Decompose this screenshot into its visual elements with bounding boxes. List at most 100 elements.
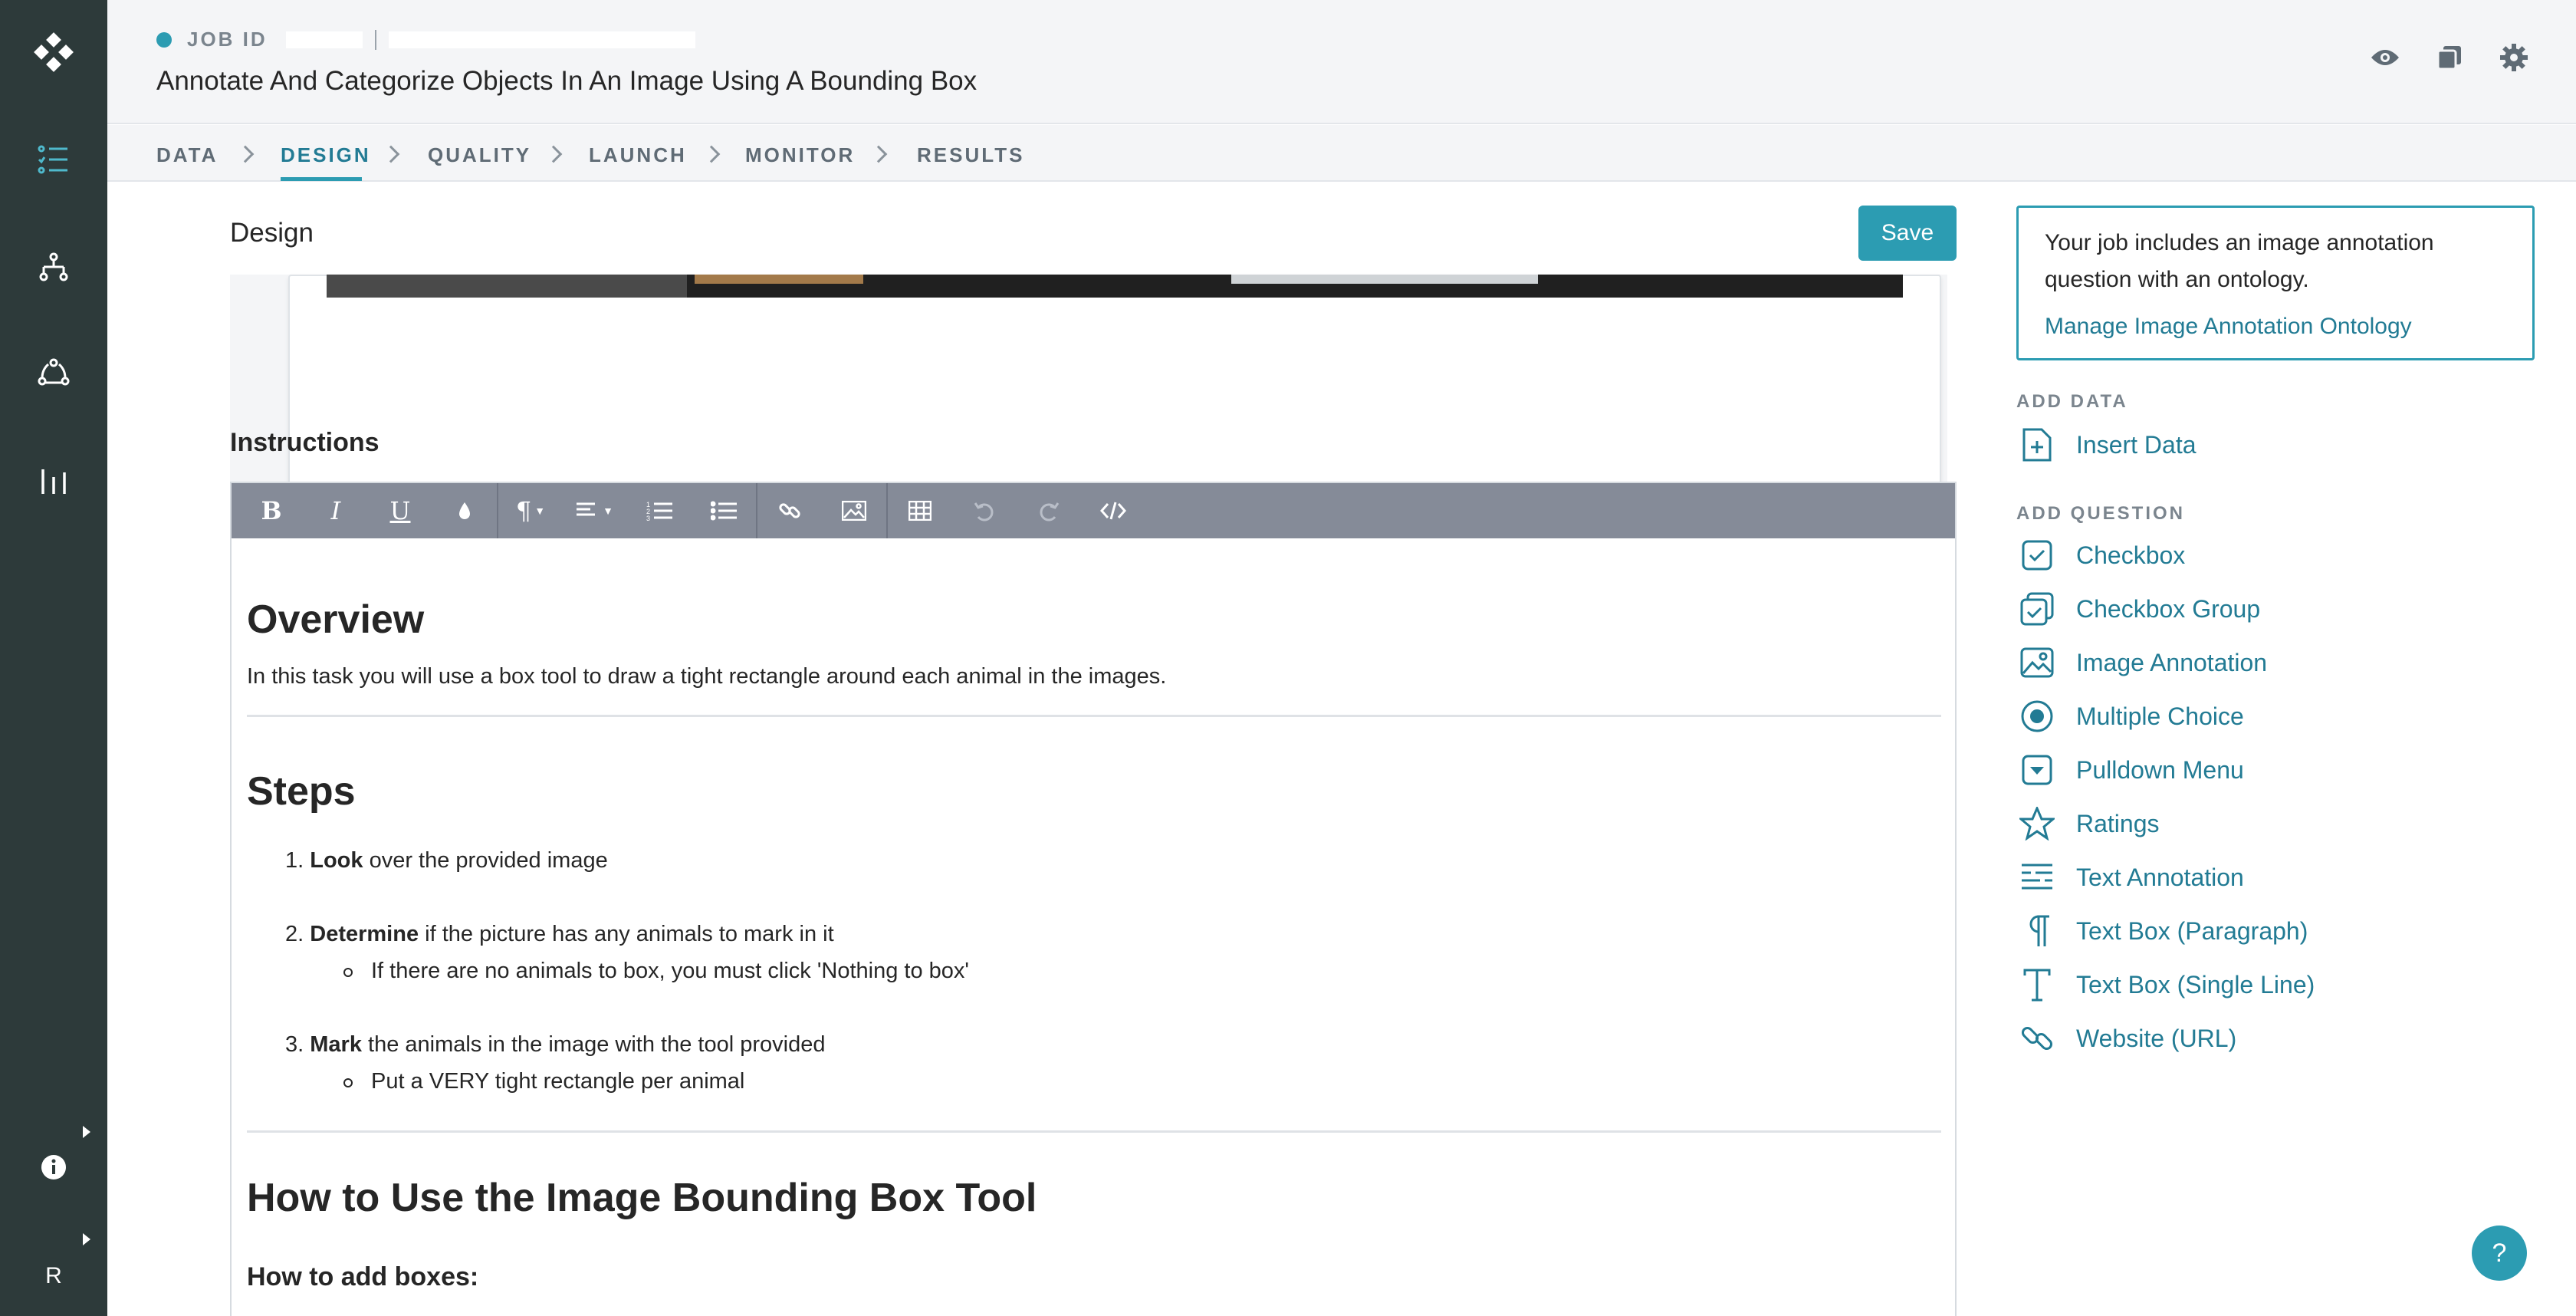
preview-card	[288, 275, 1941, 514]
tool-heading: How to Use the Image Bounding Box Tool	[247, 1176, 1037, 1220]
chevron-right-icon	[236, 145, 255, 163]
paragraph-icon[interactable]: ¶ ▼	[498, 483, 563, 538]
table-icon[interactable]	[888, 483, 952, 538]
insert-data-label: Insert Data	[2076, 430, 2196, 459]
question-text-box-single-line[interactable]: Text Box (Single Line)	[2016, 963, 2315, 1006]
bullet-icon	[343, 968, 353, 977]
analytics-icon[interactable]	[0, 451, 107, 512]
job-id-label: JOB ID	[187, 28, 268, 51]
link-icon	[2016, 1018, 2058, 1059]
list-subitem: If there are no animals to box, you must…	[371, 959, 969, 983]
add-question-label: ADD QUESTION	[2016, 503, 2186, 524]
add-boxes-heading: How to add boxes:	[247, 1262, 479, 1291]
undo-icon[interactable]	[952, 483, 1017, 538]
job-meta-redacted	[388, 31, 695, 48]
link-icon[interactable]	[757, 483, 822, 538]
job-id-value-redacted	[285, 31, 363, 48]
overview-text: In this task you will use a box tool to …	[247, 664, 1167, 689]
steps-heading: Steps	[247, 769, 356, 814]
jobs-list-icon[interactable]	[0, 129, 107, 190]
chevron-right-icon	[869, 145, 888, 163]
team-icon[interactable]	[0, 342, 107, 403]
image-icon[interactable]	[822, 483, 886, 538]
svg-text:3: 3	[646, 515, 650, 521]
status-dot-icon	[156, 31, 172, 48]
instructions-editor[interactable]: B I U ¶ ▼ ▼ 123 Overview In this task yo…	[230, 482, 1957, 1316]
question-checkbox[interactable]: Checkbox	[2016, 534, 2185, 577]
ontology-text: Your job includes an image annotation qu…	[2045, 230, 2434, 292]
image-annotation-icon	[2016, 642, 2058, 683]
page-title: Design	[230, 218, 314, 248]
pulldown-icon	[2016, 749, 2058, 791]
chevron-right-icon	[382, 145, 400, 163]
divider	[247, 1130, 1941, 1133]
text-annotation-icon	[2016, 857, 2058, 898]
underline-icon[interactable]: U	[368, 483, 432, 538]
text-icon	[2016, 964, 2058, 1005]
question-website-url[interactable]: Website (URL)	[2016, 1017, 2236, 1060]
design-main: Design Save Instructions B I U ¶▼ ▼ 123	[107, 183, 1957, 1316]
checkbox-icon	[2016, 535, 2058, 576]
question-pulldown-menu[interactable]: Pulldown Menu	[2016, 748, 2244, 791]
expand-caret-icon[interactable]	[83, 1233, 90, 1245]
list-item: 2. Determine if the picture has any anim…	[285, 922, 834, 946]
radio-icon	[2016, 696, 2058, 737]
unordered-list-icon[interactable]	[692, 483, 756, 538]
bold-icon[interactable]: B	[239, 483, 304, 538]
divider	[374, 29, 376, 50]
divider	[247, 715, 1941, 717]
step-monitor[interactable]: MONITOR	[745, 143, 855, 167]
editor-toolbar: B I U ¶ ▼ ▼ 123	[232, 483, 1955, 538]
job-header: JOB ID Annotate And Categorize Objects I…	[107, 0, 2576, 124]
job-title: Annotate And Categorize Objects In An Im…	[156, 66, 978, 96]
redo-icon[interactable]	[1017, 483, 1081, 538]
job-steps-nav: DATA DESIGN QUALITY LAUNCH MONITOR RESUL…	[107, 125, 2576, 182]
question-multiple-choice[interactable]: Multiple Choice	[2016, 695, 2244, 738]
step-data[interactable]: DATA	[156, 143, 218, 167]
user-avatar[interactable]: R	[0, 1245, 107, 1307]
header-actions	[2369, 43, 2530, 72]
logo-icon[interactable]	[0, 21, 107, 83]
left-nav-rail: R	[0, 0, 107, 1316]
question-ratings[interactable]: Ratings	[2016, 802, 2160, 845]
question-text-annotation[interactable]: Text Annotation	[2016, 856, 2244, 899]
align-icon[interactable]: ▼	[563, 483, 627, 538]
preview-image	[327, 275, 1903, 298]
help-button[interactable]: ?	[2472, 1226, 2527, 1281]
manage-ontology-link[interactable]: Manage Image Annotation Ontology	[2045, 314, 2506, 340]
settings-gear-icon[interactable]	[2498, 43, 2530, 72]
checkbox-group-icon	[2016, 588, 2058, 630]
list-subitem: Put a VERY tight rectangle per animal	[371, 1069, 745, 1094]
ordered-list-icon[interactable]: 123	[627, 483, 692, 538]
bullet-icon	[343, 1078, 353, 1087]
paragraph-icon	[2016, 910, 2058, 952]
code-icon[interactable]	[1081, 483, 1145, 538]
step-results[interactable]: RESULTS	[917, 143, 1024, 167]
question-checkbox-group[interactable]: Checkbox Group	[2016, 587, 2260, 630]
chevron-right-icon	[702, 145, 721, 163]
star-icon	[2016, 803, 2058, 844]
save-button[interactable]: Save	[1858, 206, 1957, 261]
step-quality[interactable]: QUALITY	[428, 143, 531, 167]
job-id-row: JOB ID	[156, 28, 695, 51]
chevron-right-icon	[544, 145, 563, 163]
insert-data-button[interactable]: Insert Data	[2016, 423, 2196, 466]
preview-eye-icon[interactable]	[2369, 43, 2401, 72]
list-item: 3. Mark the animals in the image with th…	[285, 1032, 826, 1057]
overview-heading: Overview	[247, 597, 425, 642]
copy-icon[interactable]	[2433, 43, 2466, 72]
ontology-notice: Your job includes an image annotation qu…	[2016, 206, 2535, 360]
question-text-box-paragraph[interactable]: Text Box (Paragraph)	[2016, 910, 2308, 952]
user-initial: R	[45, 1263, 62, 1288]
list-item: 1. Look over the provided image	[285, 848, 608, 873]
text-color-icon[interactable]	[432, 483, 497, 538]
step-design[interactable]: DESIGN	[281, 143, 371, 167]
step-launch[interactable]: LAUNCH	[589, 143, 687, 167]
active-step-indicator	[281, 177, 362, 181]
italic-icon[interactable]: I	[304, 483, 368, 538]
instructions-heading: Instructions	[230, 428, 380, 457]
info-icon[interactable]	[0, 1137, 107, 1198]
question-image-annotation[interactable]: Image Annotation	[2016, 641, 2267, 684]
insert-data-icon	[2016, 424, 2058, 466]
workflows-icon[interactable]	[0, 236, 107, 298]
